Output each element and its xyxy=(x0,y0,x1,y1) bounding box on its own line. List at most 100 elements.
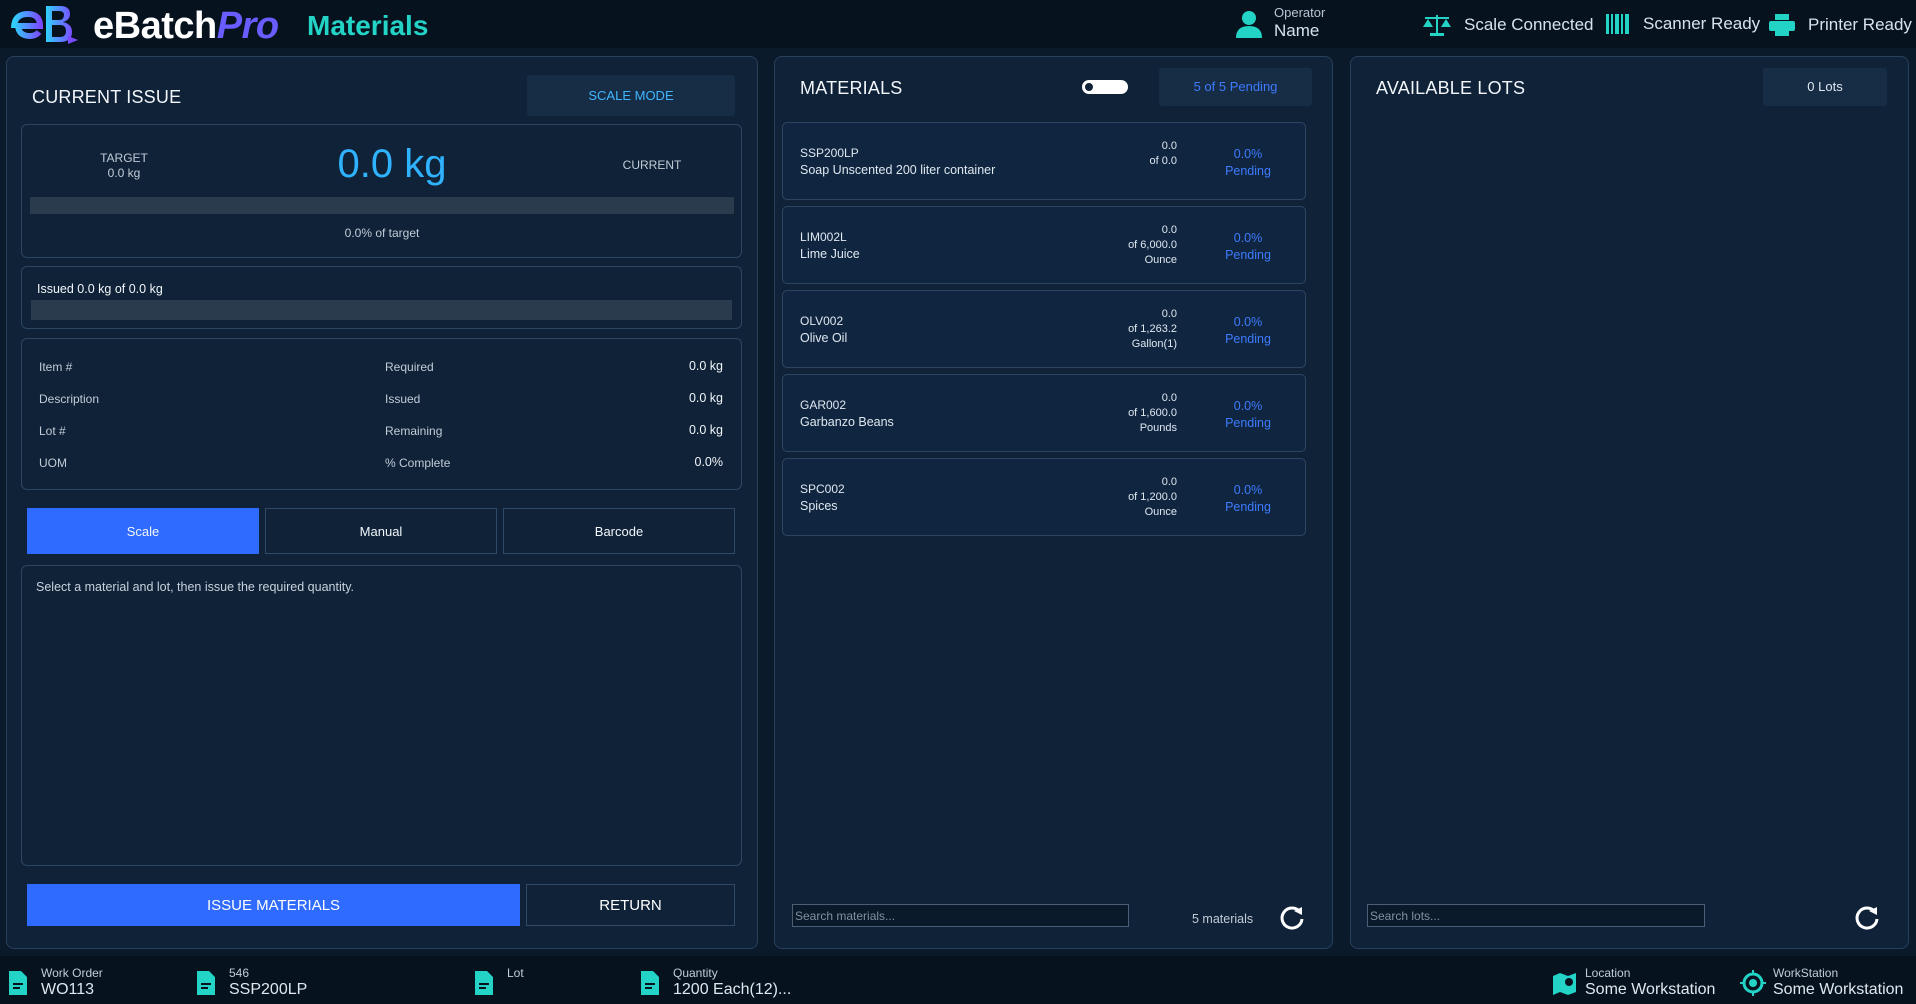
brand-name: eBatchPro xyxy=(93,5,279,48)
issued-text: Issued 0.0 kg of 0.0 kg xyxy=(37,282,163,296)
barcode-mode-button[interactable]: Barcode xyxy=(503,508,735,554)
search-lots-input[interactable] xyxy=(1367,904,1705,927)
material-status: Pending xyxy=(1225,416,1271,430)
weight-card: TARGET 0.0 kg 0.0 kg CURRENT 0.0% of tar… xyxy=(21,124,742,258)
barcode-icon xyxy=(1606,14,1629,34)
location-value: Some Workstation xyxy=(1585,981,1716,998)
material-progress: 0.0% Pending xyxy=(1213,146,1283,180)
material-required: of 6,000.0 xyxy=(1128,239,1177,251)
current-label: CURRENT xyxy=(622,158,682,172)
material-code: SSP200LP xyxy=(800,146,859,160)
instruction-message: Select a material and lot, then issue th… xyxy=(36,580,355,594)
user-icon xyxy=(1236,11,1262,38)
material-issued: 0.0 xyxy=(1161,308,1177,320)
item-label: 546 xyxy=(229,966,250,980)
page-title: Materials xyxy=(307,10,429,41)
material-description: Lime Juice xyxy=(800,247,860,261)
return-button[interactable]: RETURN xyxy=(526,884,735,926)
work-order-value: WO113 xyxy=(41,981,95,998)
material-issued: 0.0 xyxy=(1161,392,1177,404)
description-label: Description xyxy=(39,392,100,406)
lot-label: Lot xyxy=(507,966,524,980)
manual-mode-button[interactable]: Manual xyxy=(265,508,497,554)
material-progress: 0.0% Pending xyxy=(1213,398,1283,432)
target-progress-bar xyxy=(30,197,734,214)
crosshair-icon xyxy=(1740,970,1766,996)
material-code: SPC002 xyxy=(800,482,845,496)
issued-card: Issued 0.0 kg of 0.0 kg xyxy=(21,266,742,329)
scanner-status: Scanner Ready xyxy=(1605,13,1760,35)
document-icon xyxy=(197,971,215,995)
target-label: TARGET xyxy=(100,151,148,165)
material-quantity: 0.0 of 0.0 xyxy=(1149,139,1177,169)
item-number-label: Item # xyxy=(39,360,73,374)
material-status: Pending xyxy=(1225,332,1271,346)
material-description: Olive Oil xyxy=(800,331,848,345)
ebatch-logo-icon xyxy=(11,6,78,44)
material-item[interactable]: LIM002L Lime Juice 0.0 of 6,000.0 Ounce 0.0% P… xyxy=(782,206,1306,284)
material-percent: 0.0% xyxy=(1233,399,1263,413)
material-status: Pending xyxy=(1225,248,1271,262)
material-percent: 0.0% xyxy=(1233,231,1263,245)
material-uom: Pounds xyxy=(1139,422,1177,434)
remaining-label: Remaining xyxy=(385,424,443,438)
map-location-icon xyxy=(1553,973,1576,995)
lots-panel xyxy=(1350,56,1909,949)
material-quantity: 0.0 of 1,600.0 Pounds xyxy=(1128,391,1177,436)
toggle-knob xyxy=(1085,83,1093,91)
material-required: of 1,200.0 xyxy=(1128,491,1177,503)
quantity-value: 1200 Each(12)... xyxy=(673,981,792,998)
remaining-value: 0.0 kg xyxy=(688,423,723,437)
material-item[interactable]: SSP200LP Soap Unscented 200 liter contain… xyxy=(782,122,1306,200)
printer-status-text: Printer Ready xyxy=(1808,15,1912,34)
material-item[interactable]: OLV002 Olive Oil 0.0 of 1,263.2 Gallon(1) 0.0… xyxy=(782,290,1306,368)
current-weight: 0.0 kg xyxy=(337,142,447,186)
current-issue-title: CURRENT ISSUE xyxy=(32,87,182,107)
percent-complete-value: 0.0% xyxy=(694,455,724,469)
material-status: Pending xyxy=(1225,164,1271,178)
scale-mode-button[interactable]: Scale xyxy=(27,508,259,554)
issued-progress-bar xyxy=(31,300,732,320)
issue-materials-button[interactable]: ISSUE MATERIALS xyxy=(27,884,520,926)
scale-icon xyxy=(1423,15,1451,36)
material-quantity: 0.0 of 1,263.2 Gallon(1) xyxy=(1128,307,1177,352)
material-issued: 0.0 xyxy=(1161,476,1177,488)
workstation-value: Some Workstation xyxy=(1773,981,1904,998)
brand-pro: Pro xyxy=(216,5,279,47)
material-required: of 0.0 xyxy=(1149,155,1177,167)
refresh-materials-icon[interactable] xyxy=(1278,904,1306,932)
material-uom: Ounce xyxy=(1144,254,1177,266)
document-icon xyxy=(475,971,493,995)
operator-label: Operator xyxy=(1274,5,1326,20)
refresh-lots-icon[interactable] xyxy=(1853,904,1881,932)
scale-status-text: Scale Connected xyxy=(1464,15,1594,34)
message-area: Select a material and lot, then issue th… xyxy=(21,565,742,866)
item-value: SSP200LP xyxy=(229,981,308,998)
material-item[interactable]: GAR002 Garbanzo Beans 0.0 of 1,600.0 Pounds 0… xyxy=(782,374,1306,452)
material-description: Spices xyxy=(800,499,838,513)
material-progress: 0.0% Pending xyxy=(1213,314,1283,348)
material-progress: 0.0% Pending xyxy=(1213,482,1283,516)
material-required: of 1,263.2 xyxy=(1128,323,1177,335)
operator-name[interactable]: Name xyxy=(1274,21,1319,41)
material-item[interactable]: SPC002 Spices 0.0 of 1,200.0 Ounce 0.0% Pendin… xyxy=(782,458,1306,536)
workstation-label: WorkStation xyxy=(1773,966,1839,980)
search-materials-input[interactable] xyxy=(792,904,1129,927)
materials-filter-toggle[interactable] xyxy=(1082,80,1128,94)
lots-count-chip: 0 Lots xyxy=(1763,68,1887,106)
material-code: OLV002 xyxy=(800,314,844,328)
scale-mode-chip: SCALE MODE xyxy=(527,75,735,116)
uom-label: UOM xyxy=(39,456,67,470)
material-issued: 0.0 xyxy=(1161,224,1177,236)
printer-icon xyxy=(1769,14,1795,36)
required-value: 0.0 kg xyxy=(688,359,723,373)
material-percent: 0.0% xyxy=(1233,483,1263,497)
material-issued: 0.0 xyxy=(1161,140,1177,152)
material-uom: Gallon(1) xyxy=(1131,338,1177,350)
material-code: LIM002L xyxy=(800,230,847,244)
top-bar: eBatchPro Materials Operator Name Scale … xyxy=(0,0,1916,48)
bottom-bar: Work Order WO113 546 SSP200LP Lot Quanti… xyxy=(0,956,1916,1004)
materials-count: 5 materials xyxy=(1192,912,1254,926)
scanner-status-text: Scanner Ready xyxy=(1643,14,1761,33)
details-card: Item # Description Lot # UOM Required Is… xyxy=(21,338,742,490)
